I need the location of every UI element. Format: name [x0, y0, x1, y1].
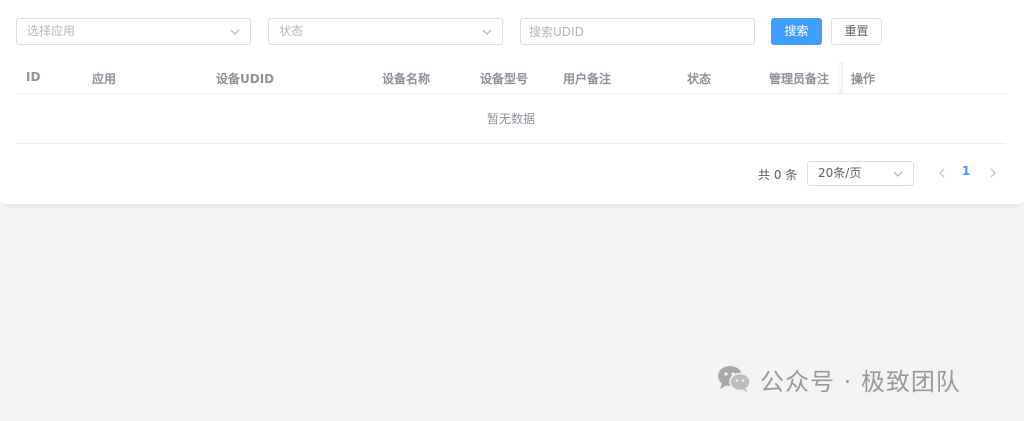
- udid-search-input[interactable]: [521, 19, 754, 44]
- chevron-down-icon: [230, 29, 240, 35]
- column-header-device-name: 设备名称: [382, 72, 431, 86]
- status-select[interactable]: 状态: [268, 18, 503, 45]
- table-empty-row: 暂无数据: [16, 94, 1006, 144]
- page-size-select[interactable]: 20条/页: [807, 161, 914, 186]
- fixed-column-divider: [842, 62, 843, 94]
- column-header-udid: 设备UDID: [216, 72, 275, 86]
- column-header-status: 状态: [687, 72, 712, 86]
- reset-button-label: 重置: [844, 24, 869, 38]
- status-select-placeholder: 状态: [279, 24, 304, 38]
- watermark-text: 公众号 · 极致团队: [760, 367, 961, 396]
- app-select[interactable]: 选择应用: [16, 18, 251, 45]
- prev-page-button[interactable]: [935, 166, 949, 180]
- column-header-app: 应用: [92, 72, 117, 86]
- chevron-down-icon: [482, 29, 492, 35]
- empty-text: 暂无数据: [486, 112, 535, 126]
- column-header-actions: 操作: [851, 72, 876, 86]
- pagination-total: 共 0 条: [758, 168, 798, 182]
- column-header-admin-note: 管理员备注: [769, 72, 830, 86]
- column-header-id: ID: [26, 70, 41, 84]
- chevron-down-icon: [893, 171, 903, 177]
- column-header-device-model: 设备型号: [480, 72, 529, 86]
- next-page-button[interactable]: [986, 166, 1000, 180]
- search-button-label: 搜索: [784, 24, 809, 38]
- reset-button[interactable]: 重置: [831, 18, 882, 45]
- page-size-value: 20条/页: [818, 166, 862, 180]
- page-number-current[interactable]: 1: [958, 164, 974, 178]
- app-select-placeholder: 选择应用: [27, 24, 76, 38]
- udid-search-field: [520, 18, 755, 45]
- list-card: 选择应用 状态 搜索 重置 ID 应用 设备UDID 设备名称 设备型号 用户备…: [0, 0, 1024, 204]
- watermark: 公众号 · 极致团队: [716, 362, 961, 396]
- column-header-user-note: 用户备注: [563, 72, 612, 86]
- search-button[interactable]: 搜索: [771, 18, 822, 45]
- table-header: ID 应用 设备UDID 设备名称 设备型号 用户备注 状态 管理员备注 操作: [16, 62, 1006, 94]
- wechat-icon: [718, 366, 751, 393]
